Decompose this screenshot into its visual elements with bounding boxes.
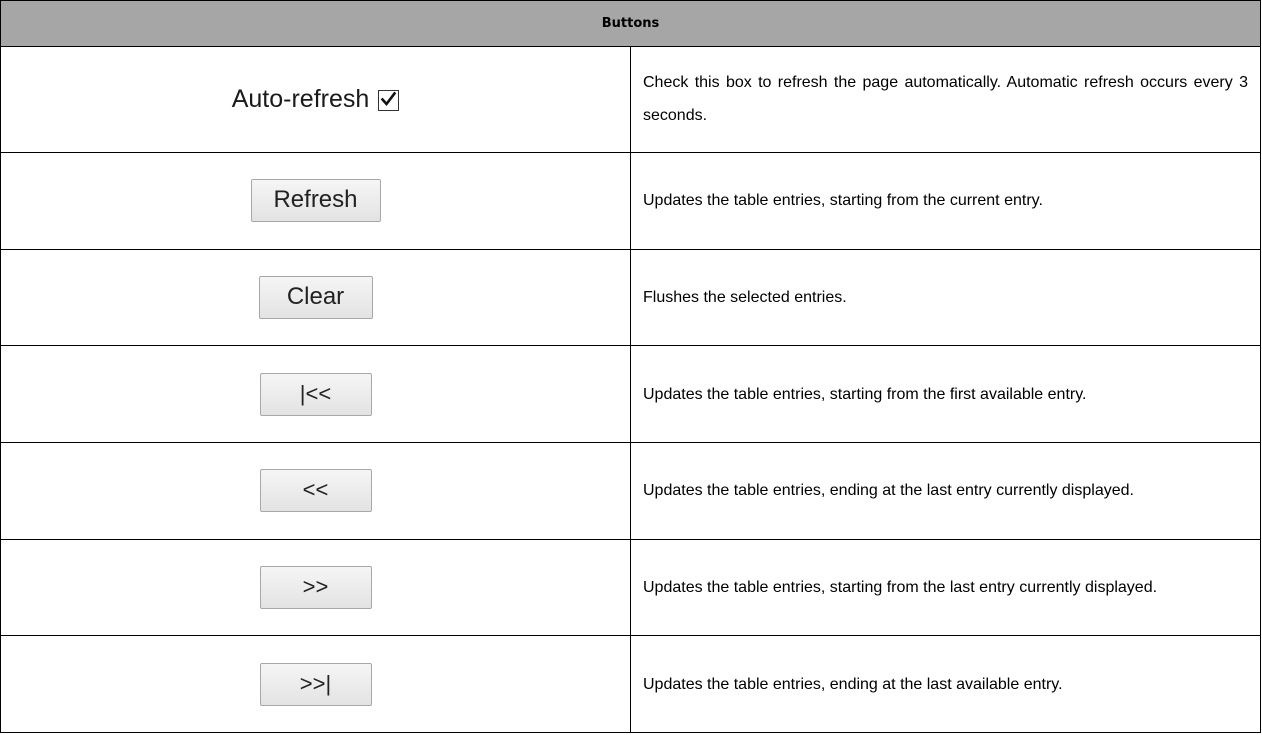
table-row: Auto-refresh Check this box to refresh t…: [0, 46, 1261, 153]
control-cell: Clear: [0, 248, 631, 347]
description-cell: Updates the table entries, ending at the…: [630, 441, 1261, 540]
previous-page-button[interactable]: <<: [259, 469, 372, 513]
clear-button[interactable]: Clear: [258, 275, 373, 319]
table-row: Refresh Updates the table entries, start…: [0, 151, 1261, 250]
refresh-button[interactable]: Refresh: [250, 179, 381, 223]
table-row: >> Updates the table entries, starting f…: [0, 538, 1261, 637]
first-page-button[interactable]: |<<: [259, 372, 372, 416]
description-cell: Updates the table entries, ending at the…: [630, 635, 1261, 733]
checkmark-icon: [380, 91, 397, 107]
last-page-button[interactable]: >>|: [259, 662, 372, 706]
control-cell: Refresh: [0, 151, 631, 250]
table-header-row: Buttons: [0, 0, 1261, 48]
description-cell: Updates the table entries, starting from…: [630, 538, 1261, 637]
table-row: Clear Flushes the selected entries.: [0, 248, 1261, 347]
control-cell: Auto-refresh: [0, 46, 631, 153]
auto-refresh-checkbox[interactable]: [378, 89, 400, 111]
table-row: |<< Updates the table entries, starting …: [0, 345, 1261, 443]
description-cell: Flushes the selected entries.: [630, 248, 1261, 347]
control-cell: >>: [0, 538, 631, 637]
control-cell: |<<: [0, 345, 631, 443]
table-row: << Updates the table entries, ending at …: [0, 441, 1261, 540]
description-cell: Updates the table entries, starting from…: [630, 345, 1261, 443]
description-cell: Updates the table entries, starting from…: [630, 151, 1261, 250]
description-cell: Check this box to refresh the page autom…: [630, 46, 1261, 153]
control-cell: >>|: [0, 635, 631, 733]
auto-refresh-label: Auto-refresh: [231, 84, 370, 113]
control-cell: <<: [0, 441, 631, 540]
auto-refresh-control[interactable]: Auto-refresh: [232, 85, 400, 114]
table-row: >>| Updates the table entries, ending at…: [0, 635, 1261, 733]
table-header: Buttons: [0, 0, 1261, 48]
buttons-table: Buttons Auto-refresh Check this box to r…: [0, 0, 1261, 733]
next-page-button[interactable]: >>: [259, 565, 372, 609]
